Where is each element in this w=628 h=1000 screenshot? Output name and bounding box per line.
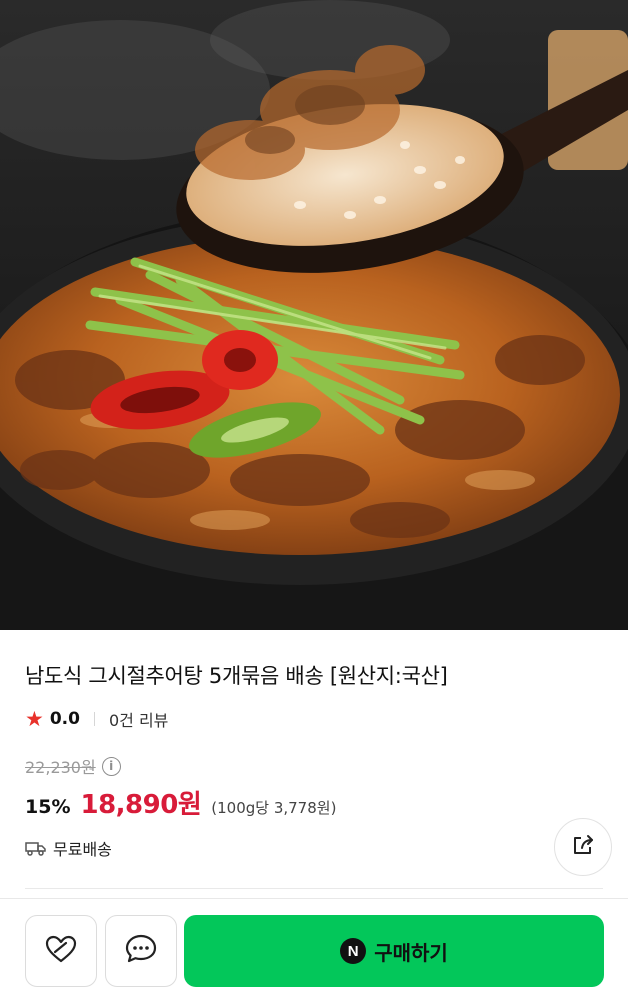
original-price-row: 22,230원 i (25, 754, 121, 778)
food-photo (0, 0, 628, 630)
discount-rate: 15% (25, 796, 71, 818)
rating-value: 0.0 (49, 709, 80, 729)
original-price: 22,230원 (25, 758, 96, 777)
buy-button-label: 구매하기 (374, 940, 448, 965)
buy-button[interactable]: N 구매하기 (184, 915, 604, 987)
product-info: 남도식 그시절추어탕 5개묶음 배송 [원산지:국산] ★ 0.0 0건 리뷰 … (0, 630, 628, 898)
unit-price: (100g당 3,778원) (211, 799, 337, 817)
heart-icon (44, 934, 78, 968)
price-row: 15% 18,890원 (100g당 3,778원) (25, 784, 336, 821)
product-title: 남도식 그시절추어탕 5개묶음 배송 [원산지:국산] (25, 664, 448, 688)
shipping-text: 무료배송 (53, 840, 112, 859)
share-icon (570, 832, 596, 862)
sale-price: 18,890원 (80, 790, 202, 820)
rating-row[interactable]: ★ 0.0 0건 리뷰 (25, 708, 168, 730)
chat-icon (124, 933, 158, 969)
shipping-row: 무료배송 (25, 836, 112, 860)
divider (25, 888, 603, 889)
review-count-link[interactable]: 0건 리뷰 (109, 707, 168, 731)
chat-button[interactable] (105, 915, 177, 987)
info-icon[interactable]: i (101, 756, 121, 776)
divider (93, 712, 95, 726)
like-button[interactable] (25, 915, 97, 987)
star-icon: ★ (25, 706, 44, 731)
naver-n-icon: N (340, 938, 367, 964)
bottom-action-bar: N 구매하기 (0, 898, 628, 1000)
truck-icon (25, 840, 47, 856)
share-button[interactable] (554, 818, 612, 876)
product-image[interactable] (0, 0, 628, 630)
